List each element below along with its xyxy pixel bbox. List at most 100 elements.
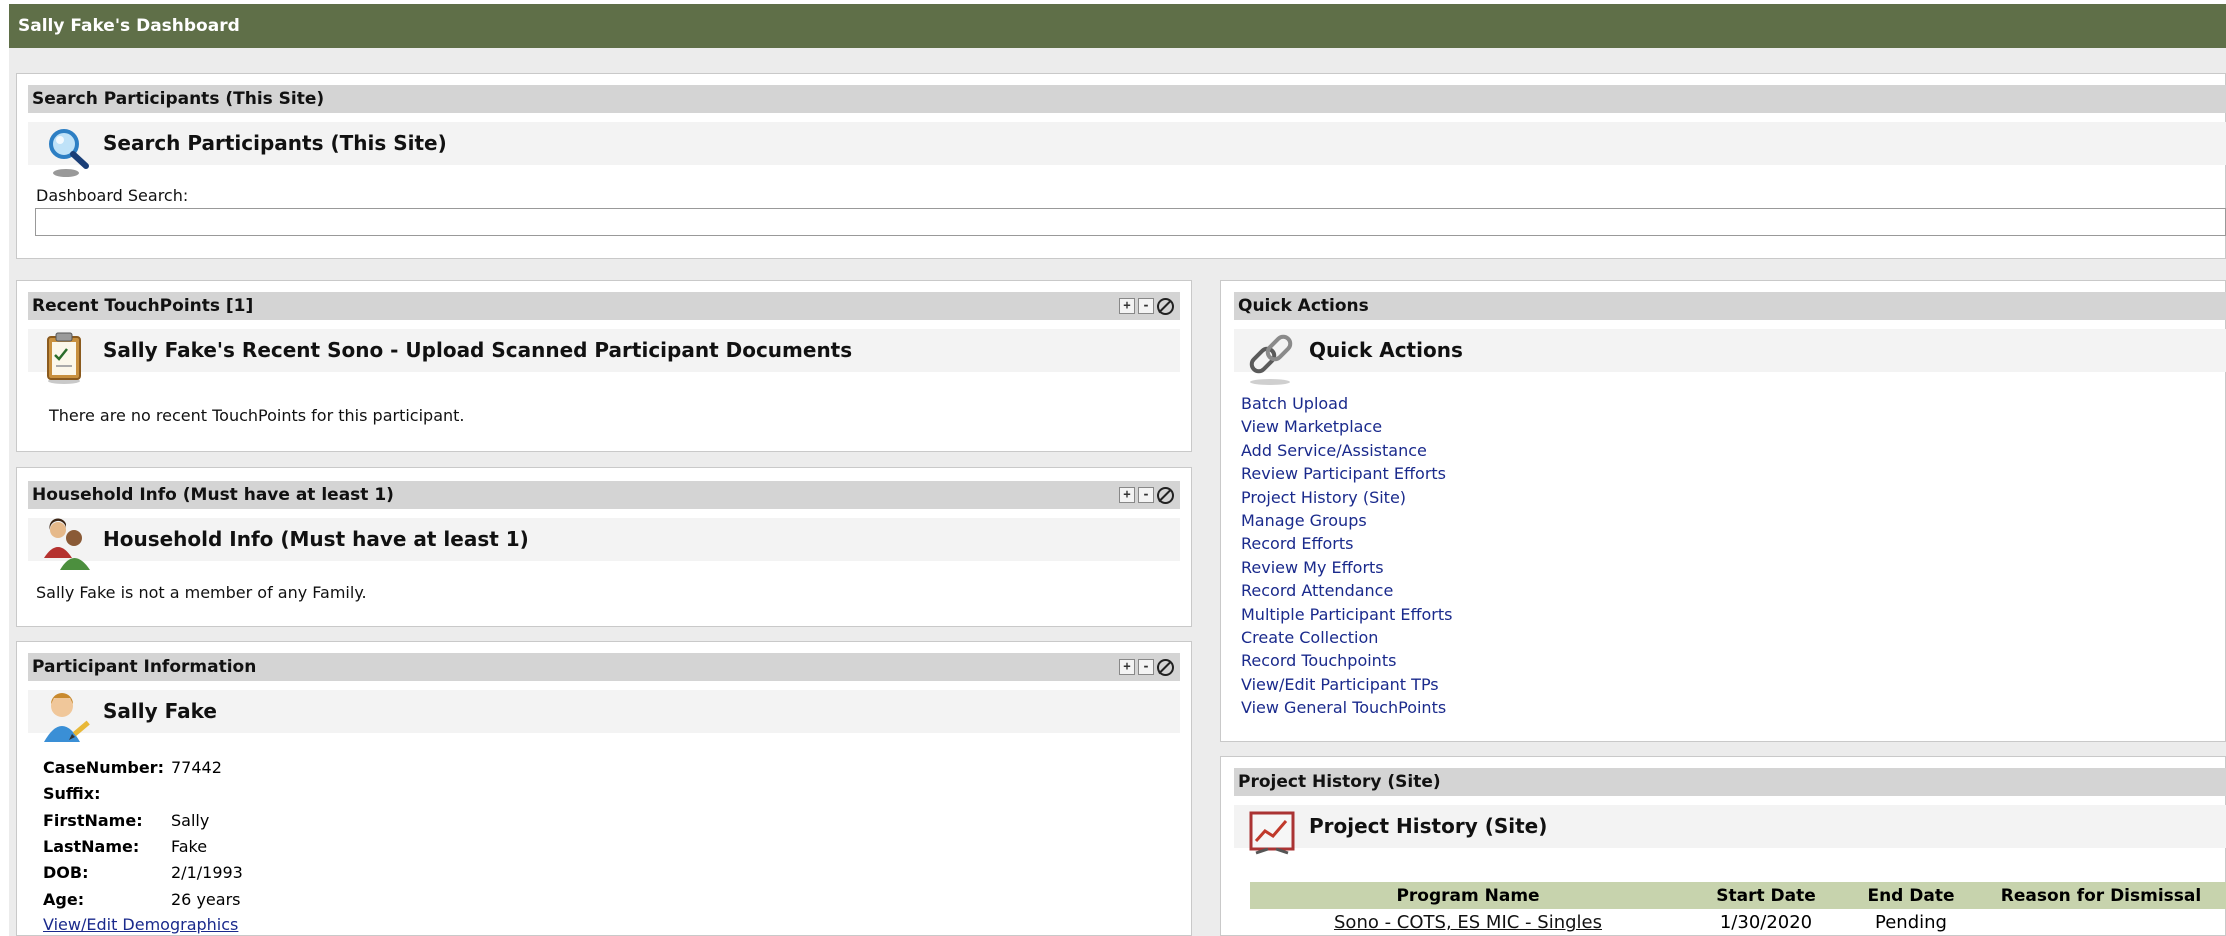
qa-item: Multiple Participant Efforts [1241, 603, 1452, 626]
qa-item: Manage Groups [1241, 509, 1452, 532]
field-casenumber-value: 77442 [171, 758, 222, 777]
project-history-title: Project History (Site) [1309, 814, 1548, 838]
touchpoints-panel-header-label: Recent TouchPoints [1] [32, 296, 254, 316]
participant-panel-subheader: Sally Fake [28, 690, 1180, 742]
project-history-table: Program Name Start Date End Date Reason … [1250, 882, 2226, 936]
magnifier-icon [46, 126, 92, 182]
field-dob-value: 2/1/1993 [171, 863, 243, 882]
program-link[interactable]: Sono - COTS, ES MIC - Singles [1334, 912, 1602, 933]
project-history-panel-header: Project History (Site) [1234, 768, 2226, 796]
field-age-label: Age: [43, 890, 85, 909]
expand-button[interactable]: + [1119, 487, 1135, 503]
dashboard-search-label: Dashboard Search: [36, 186, 189, 205]
collapse-button[interactable]: - [1138, 487, 1154, 503]
expand-button[interactable]: + [1119, 659, 1135, 675]
field-lastname-label: LastName: [43, 837, 140, 856]
field-age-value: 26 years [171, 890, 241, 909]
dashboard-search-input[interactable] [35, 208, 2226, 236]
add-service-link[interactable]: Add Service/Assistance [1241, 441, 1427, 460]
touchpoints-panel-header: Recent TouchPoints [1] + - [28, 292, 1180, 320]
field-suffix-label: Suffix: [43, 784, 101, 803]
clipboard-icon [42, 331, 88, 389]
review-participant-efforts-link[interactable]: Review Participant Efforts [1241, 464, 1446, 483]
qa-item: Record Efforts [1241, 532, 1452, 555]
search-panel-header-label: Search Participants (This Site) [32, 89, 325, 109]
quick-actions-subheader: Quick Actions [1234, 329, 2226, 385]
touchpoints-empty-message: There are no recent TouchPoints for this… [49, 406, 465, 425]
table-row: Sono - COTS, ES MIC - Singles 1/30/2020 … [1250, 909, 2226, 936]
field-suffix: Suffix: [43, 781, 171, 807]
participant-panel-title: Sally Fake [103, 699, 217, 723]
household-panel-controls: + - [1119, 486, 1174, 504]
record-efforts-link[interactable]: Record Efforts [1241, 534, 1353, 553]
quick-actions-list: Batch Upload View Marketplace Add Servic… [1241, 392, 1452, 719]
field-casenumber: CaseNumber: 77442 [43, 755, 222, 781]
view-edit-participant-tps-link[interactable]: View/Edit Participant TPs [1241, 675, 1439, 694]
col-reason-for-dismissal[interactable]: Reason for Dismissal [1976, 882, 2226, 909]
qa-item: Add Service/Assistance [1241, 439, 1452, 462]
multiple-participant-efforts-link[interactable]: Multiple Participant Efforts [1241, 605, 1452, 624]
window-title: Sally Fake's Dashboard [18, 16, 240, 36]
qa-item: Project History (Site) [1241, 486, 1452, 509]
start-date-cell: 1/30/2020 [1719, 912, 1813, 933]
close-icon[interactable] [1157, 297, 1174, 315]
touchpoints-panel-title: Sally Fake's Recent Sono - Upload Scanne… [103, 338, 853, 362]
batch-upload-link[interactable]: Batch Upload [1241, 394, 1348, 413]
qa-item: Review My Efforts [1241, 556, 1452, 579]
field-dob-label: DOB: [43, 863, 89, 882]
chain-link-icon [1244, 331, 1300, 391]
view-general-touchpoints-link[interactable]: View General TouchPoints [1241, 698, 1446, 717]
field-lastname-value: Fake [171, 837, 208, 856]
close-icon[interactable] [1157, 658, 1174, 676]
create-collection-link[interactable]: Create Collection [1241, 628, 1378, 647]
field-casenumber-label: CaseNumber: [43, 758, 164, 777]
quick-actions-header-label: Quick Actions [1238, 296, 1369, 316]
record-attendance-link[interactable]: Record Attendance [1241, 581, 1393, 600]
qa-item: Create Collection [1241, 626, 1452, 649]
household-panel-header-label: Household Info (Must have at least 1) [32, 485, 394, 505]
touchpoints-panel-controls: + - [1119, 297, 1174, 315]
chart-icon [1248, 809, 1298, 861]
project-history-header-label: Project History (Site) [1238, 772, 1441, 792]
household-panel-header: Household Info (Must have at least 1) + … [28, 481, 1180, 509]
project-history-link[interactable]: Project History (Site) [1241, 488, 1406, 507]
search-panel-title: Search Participants (This Site) [103, 131, 447, 155]
field-dob: DOB: 2/1/1993 [43, 860, 243, 886]
qa-item: Record Attendance [1241, 579, 1452, 602]
search-panel-header: Search Participants (This Site) [28, 85, 2226, 113]
household-panel-title: Household Info (Must have at least 1) [103, 527, 529, 551]
review-my-efforts-link[interactable]: Review My Efforts [1241, 558, 1384, 577]
program-name-cell: Sono - COTS, ES MIC - Singles [1250, 909, 1686, 936]
record-touchpoints-link[interactable]: Record Touchpoints [1241, 651, 1396, 670]
field-age: Age: 26 years [43, 887, 240, 913]
col-end-date[interactable]: End Date [1846, 882, 1976, 909]
quick-actions-panel-header: Quick Actions [1234, 292, 2226, 320]
view-marketplace-link[interactable]: View Marketplace [1241, 417, 1382, 436]
field-lastname: LastName: Fake [43, 834, 207, 860]
project-history-subheader: Project History (Site) [1234, 805, 2226, 855]
expand-button[interactable]: + [1119, 298, 1135, 314]
collapse-button[interactable]: - [1138, 298, 1154, 314]
close-icon[interactable] [1157, 486, 1174, 504]
qa-item: View/Edit Participant TPs [1241, 673, 1452, 696]
touchpoints-panel-subheader: Sally Fake's Recent Sono - Upload Scanne… [28, 329, 1180, 384]
family-icon [42, 518, 92, 578]
project-history-header-row: Program Name Start Date End Date Reason … [1250, 882, 2226, 909]
household-panel-subheader: Household Info (Must have at least 1) [28, 518, 1180, 570]
collapse-button[interactable]: - [1138, 659, 1154, 675]
household-message: Sally Fake is not a member of any Family… [36, 583, 367, 602]
field-firstname-value: Sally [171, 811, 210, 830]
col-program-name[interactable]: Program Name [1250, 882, 1686, 909]
participant-panel-header-label: Participant Information [32, 657, 257, 677]
col-start-date[interactable]: Start Date [1686, 882, 1846, 909]
manage-groups-link[interactable]: Manage Groups [1241, 511, 1367, 530]
field-firstname: FirstName: Sally [43, 808, 209, 834]
field-firstname-label: FirstName: [43, 811, 143, 830]
qa-item: Batch Upload [1241, 392, 1452, 415]
reason-cell [1976, 909, 2226, 936]
participant-panel-controls: + - [1119, 658, 1174, 676]
qa-item: Record Touchpoints [1241, 649, 1452, 672]
qa-item: View Marketplace [1241, 415, 1452, 438]
view-edit-demographics-link[interactable]: View/Edit Demographics [43, 915, 238, 934]
quick-actions-title: Quick Actions [1309, 338, 1463, 362]
